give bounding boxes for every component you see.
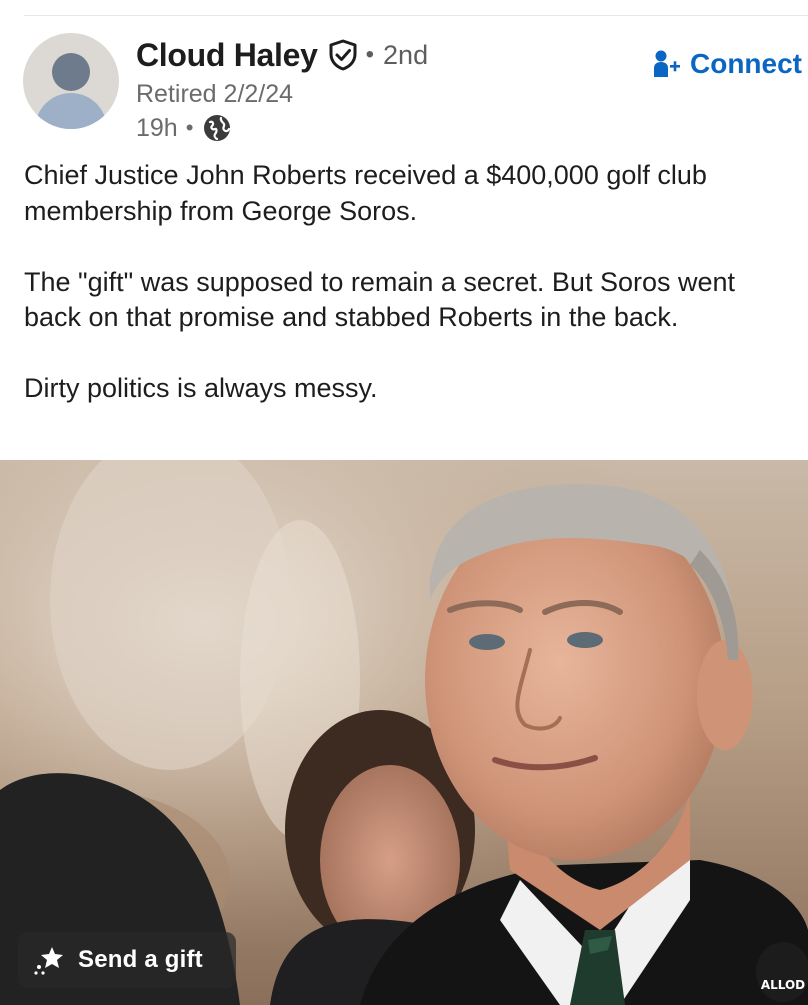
separator-dot: • <box>365 41 375 68</box>
gift-sparkle-icon <box>32 943 66 977</box>
watermark-text: ALLOD <box>760 978 806 992</box>
post-meta-row: 19h • <box>136 113 428 143</box>
post-paragraph: The "gift" was supposed to remain a secr… <box>24 266 736 333</box>
author-headline: Retired 2/2/24 <box>136 80 294 108</box>
avatar-body-shape <box>35 93 107 129</box>
watermark-logo: ALLOD <box>756 942 808 1002</box>
shield-check-icon <box>328 39 358 71</box>
connect-button[interactable]: Connect <box>652 48 802 80</box>
post-body: Chief Justice John Roberts received a $4… <box>24 158 784 407</box>
globe-icon <box>202 113 232 143</box>
avatar[interactable] <box>23 33 119 129</box>
post-image[interactable] <box>0 460 808 1005</box>
post-paragraph: Chief Justice John Roberts received a $4… <box>24 160 707 226</box>
photo-illustration <box>0 460 808 1005</box>
connect-label: Connect <box>690 48 802 79</box>
send-gift-label: Send a gift <box>78 946 203 973</box>
connection-degree: 2nd <box>383 39 429 70</box>
author-name[interactable]: Cloud Haley <box>136 37 318 74</box>
author-name-row: Cloud Haley • 2nd <box>136 33 428 77</box>
author-block: Cloud Haley • 2nd Retired 2/2/24 19h • <box>136 33 428 143</box>
send-gift-button[interactable]: Send a gift <box>18 932 236 988</box>
feed-divider <box>24 15 808 16</box>
add-person-icon <box>652 49 684 79</box>
avatar-head-shape <box>52 53 90 91</box>
separator-dot: • <box>185 115 194 140</box>
post-timestamp: 19h <box>136 113 178 142</box>
post-paragraph: Dirty politics is always messy. <box>24 373 378 403</box>
